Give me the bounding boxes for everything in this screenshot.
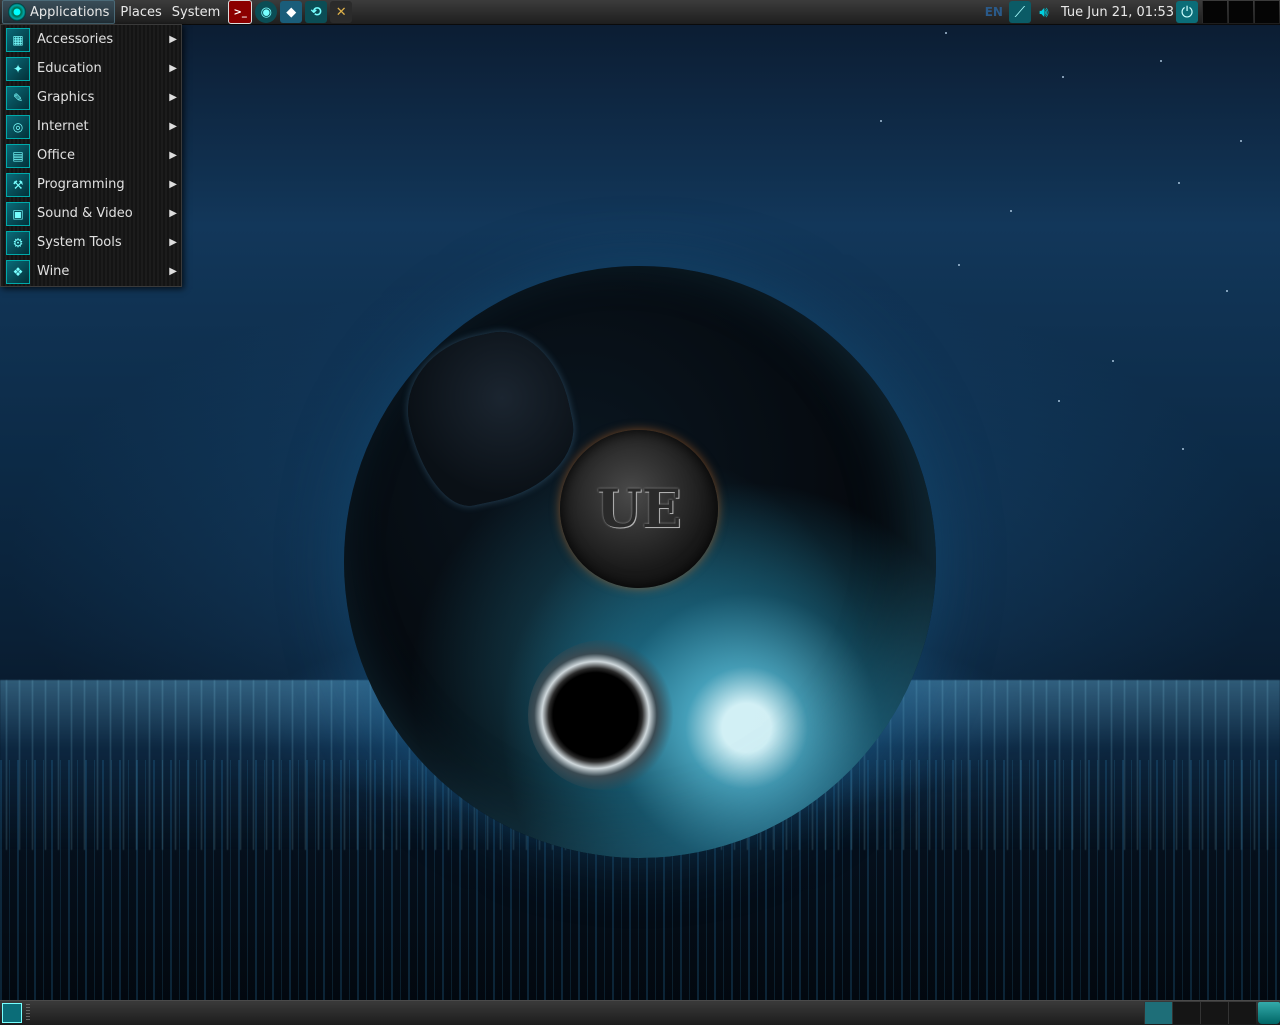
window-list[interactable] <box>30 1003 1144 1023</box>
star <box>945 32 947 34</box>
programming-icon: ⚒ <box>6 172 30 197</box>
submenu-arrow-icon: ▶ <box>169 92 177 103</box>
star <box>1240 140 1242 142</box>
workspace-3[interactable] <box>1254 1 1279 23</box>
kdevelop-icon[interactable]: ◆ <box>280 1 303 23</box>
star <box>1112 360 1114 362</box>
volume-icon[interactable]: 🔊︎ <box>1033 1 1055 23</box>
bottom-panel <box>0 1000 1280 1025</box>
submenu-arrow-icon: ▶ <box>169 150 177 161</box>
menu-item-label: Office <box>37 148 75 163</box>
applications-menu: ▦ Accessories ▶ ✦ Education ▶ ✎ Graphics… <box>0 24 182 287</box>
emblem-text: UE <box>596 478 682 540</box>
submenu-arrow-icon: ▶ <box>169 179 177 190</box>
ubuntu-eye-icon <box>8 3 26 21</box>
graphics-icon: ✎ <box>6 85 30 110</box>
menu-item-label: Internet <box>37 119 89 134</box>
clock[interactable]: Tue Jun 21, 01:53 <box>1061 5 1174 20</box>
star <box>1160 60 1162 62</box>
workspace-switcher-1[interactable] <box>1144 1002 1172 1024</box>
workspace-switcher-4[interactable] <box>1228 1002 1256 1024</box>
star <box>1226 290 1228 292</box>
system-menu-button[interactable]: System <box>167 1 225 23</box>
menu-item-label: Wine <box>37 264 70 279</box>
submenu-arrow-icon: ▶ <box>169 208 177 219</box>
places-menu-button[interactable]: Places <box>115 1 166 23</box>
ue-emblem-logo: UE <box>560 430 718 588</box>
wine-icon: ❖ <box>6 259 30 284</box>
menu-item-sound-video[interactable]: ▣ Sound & Video ▶ <box>1 199 181 228</box>
menu-item-wine[interactable]: ❖ Wine ▶ <box>1 257 181 286</box>
menu-item-label: Sound & Video <box>37 206 133 221</box>
menu-item-programming[interactable]: ⚒ Programming ▶ <box>1 170 181 199</box>
trash-icon[interactable] <box>1258 1002 1280 1024</box>
workspace-2[interactable] <box>1228 1 1253 23</box>
menu-item-office[interactable]: ▤ Office ▶ <box>1 141 181 170</box>
submenu-arrow-icon: ▶ <box>169 121 177 132</box>
menu-item-label: Graphics <box>37 90 95 105</box>
education-icon: ✦ <box>6 56 30 81</box>
menu-item-label: Accessories <box>37 32 114 47</box>
menu-item-system-tools[interactable]: ⚙ System Tools ▶ <box>1 228 181 257</box>
star <box>1182 448 1184 450</box>
applications-menu-button[interactable]: Applications <box>2 0 116 24</box>
star <box>1062 76 1064 78</box>
top-panel: Applications Places System >_ ◉ ◆ ⟲ ✕ EN… <box>0 0 1280 25</box>
workspace-switcher-3[interactable] <box>1200 1002 1228 1024</box>
show-desktop-icon[interactable] <box>2 1003 22 1023</box>
menu-item-education[interactable]: ✦ Education ▶ <box>1 54 181 83</box>
places-label: Places <box>120 4 162 20</box>
applications-label: Applications <box>30 4 110 20</box>
menu-item-label: System Tools <box>37 235 122 250</box>
desktop[interactable]: UE <box>0 0 1280 1024</box>
menu-item-label: Programming <box>37 177 125 192</box>
menu-item-label: Education <box>37 61 102 76</box>
sound-video-icon: ▣ <box>6 201 30 226</box>
workspace-switcher-2[interactable] <box>1172 1002 1200 1024</box>
star <box>1178 182 1180 184</box>
power-icon[interactable]: ⏻ <box>1176 1 1198 23</box>
menu-item-graphics[interactable]: ✎ Graphics ▶ <box>1 83 181 112</box>
workspace-1[interactable] <box>1202 1 1227 23</box>
star <box>880 120 882 122</box>
eye-graphic <box>528 640 678 790</box>
submenu-arrow-icon: ▶ <box>169 34 177 45</box>
terminal-icon[interactable]: >_ <box>228 0 253 24</box>
system-icon[interactable]: ⟲ <box>305 1 328 23</box>
submenu-arrow-icon: ▶ <box>169 63 177 74</box>
ubuntu-eye-icon[interactable]: ◉ <box>255 1 278 23</box>
submenu-arrow-icon: ▶ <box>169 237 177 248</box>
system-label: System <box>171 4 221 20</box>
keyboard-layout-indicator[interactable]: EN <box>985 5 1003 19</box>
star <box>1010 210 1012 212</box>
tools-icon[interactable]: ✕ <box>330 1 353 23</box>
office-icon: ▤ <box>6 143 30 168</box>
network-icon[interactable]: ⟋ <box>1008 1 1031 23</box>
menu-item-accessories[interactable]: ▦ Accessories ▶ <box>1 25 181 54</box>
star <box>1058 400 1060 402</box>
star <box>958 264 960 266</box>
internet-icon: ◎ <box>6 114 30 139</box>
accessories-icon: ▦ <box>6 27 30 52</box>
submenu-arrow-icon: ▶ <box>169 266 177 277</box>
system-tools-icon: ⚙ <box>6 230 30 255</box>
menu-item-internet[interactable]: ◎ Internet ▶ <box>1 112 181 141</box>
